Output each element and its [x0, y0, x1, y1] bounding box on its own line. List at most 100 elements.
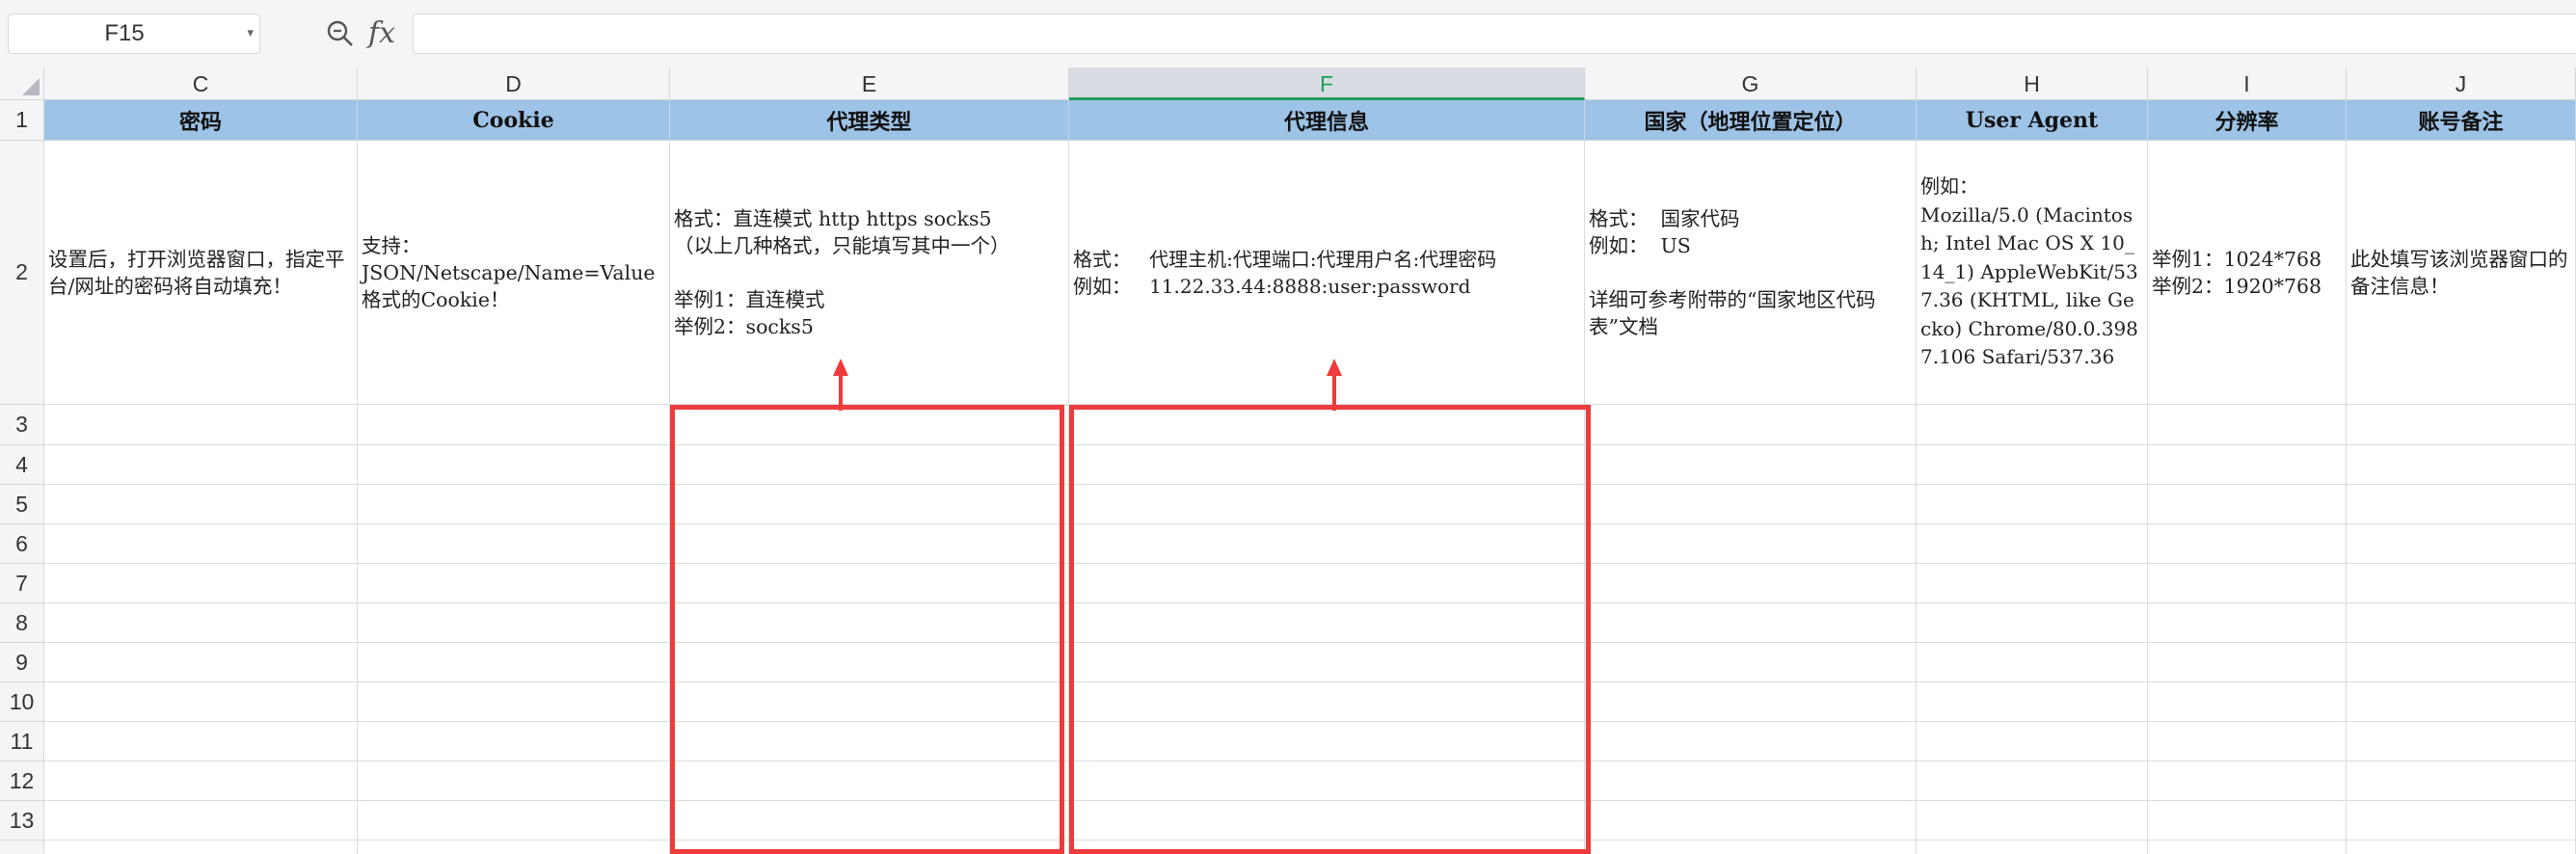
empty-cell[interactable]	[1585, 603, 1917, 643]
empty-cell[interactable]	[2347, 564, 2576, 603]
row-header-7[interactable]: 7	[0, 564, 44, 603]
empty-cell[interactable]	[1069, 682, 1585, 722]
zoom-search-icon[interactable]	[326, 19, 355, 48]
empty-cell[interactable]	[2347, 405, 2576, 445]
empty-cell[interactable]	[2347, 841, 2576, 854]
column-header-i[interactable]: I	[2148, 67, 2347, 100]
row-header-2[interactable]: 2	[0, 141, 44, 405]
empty-cell[interactable]	[1917, 524, 2148, 564]
empty-cell[interactable]	[44, 643, 358, 682]
desc-cell-resolution[interactable]: 举例1：1024*768 举例2：1920*768	[2148, 141, 2347, 405]
empty-cell[interactable]	[2347, 603, 2576, 643]
empty-cell[interactable]	[1069, 643, 1585, 682]
empty-cell[interactable]	[1917, 801, 2148, 841]
header-cell-cookie[interactable]: Cookie	[358, 100, 670, 141]
empty-cell[interactable]	[2148, 485, 2347, 524]
empty-cell[interactable]	[1917, 564, 2148, 603]
empty-cell[interactable]	[670, 524, 1069, 564]
desc-cell-country[interactable]: 格式： 国家代码 例如： US 详细可参考附带的“国家地区代码表”文档	[1585, 141, 1917, 405]
empty-cell[interactable]	[358, 564, 670, 603]
empty-cell[interactable]	[1069, 603, 1585, 643]
empty-cell[interactable]	[2148, 801, 2347, 841]
empty-cell[interactable]	[358, 761, 670, 801]
header-cell-resolution[interactable]: 分辨率	[2148, 100, 2347, 141]
column-header-h[interactable]: H	[1917, 67, 2148, 100]
empty-cell[interactable]	[1917, 445, 2148, 485]
empty-cell[interactable]	[358, 485, 670, 524]
empty-cell[interactable]	[358, 445, 670, 485]
empty-cell[interactable]	[1585, 841, 1917, 854]
empty-cell[interactable]	[1585, 405, 1917, 445]
empty-cell[interactable]	[1917, 603, 2148, 643]
empty-cell[interactable]	[1585, 682, 1917, 722]
empty-cell[interactable]	[1069, 801, 1585, 841]
empty-cell[interactable]	[358, 801, 670, 841]
desc-cell-proxy-type[interactable]: 格式：直连模式 http https socks5 （以上几种格式，只能填写其中…	[670, 141, 1069, 405]
column-header-e[interactable]: E	[670, 67, 1069, 100]
select-all-corner[interactable]	[0, 67, 44, 100]
empty-cell[interactable]	[1069, 524, 1585, 564]
empty-cell[interactable]	[1917, 405, 2148, 445]
empty-cell[interactable]	[44, 564, 358, 603]
empty-cell[interactable]	[670, 485, 1069, 524]
empty-cell[interactable]	[2148, 524, 2347, 564]
empty-cell[interactable]	[1585, 643, 1917, 682]
empty-cell[interactable]	[1069, 445, 1585, 485]
formula-input[interactable]	[413, 13, 2576, 54]
empty-cell[interactable]	[358, 524, 670, 564]
empty-cell[interactable]	[44, 801, 358, 841]
empty-cell[interactable]	[358, 841, 670, 854]
desc-cell-cookie[interactable]: 支持： JSON/Netscape/Name=Value格式的Cookie！	[358, 141, 670, 405]
empty-cell[interactable]	[670, 405, 1069, 445]
empty-cell[interactable]	[2148, 841, 2347, 854]
row-header-1[interactable]: 1	[0, 100, 44, 141]
row-header-12[interactable]: 12	[0, 761, 44, 801]
empty-cell[interactable]	[670, 682, 1069, 722]
empty-cell[interactable]	[670, 445, 1069, 485]
row-header-10[interactable]: 10	[0, 682, 44, 722]
empty-cell[interactable]	[358, 405, 670, 445]
empty-cell[interactable]	[1069, 485, 1585, 524]
empty-cell[interactable]	[670, 643, 1069, 682]
empty-cell[interactable]	[1585, 801, 1917, 841]
empty-cell[interactable]	[670, 564, 1069, 603]
empty-cell[interactable]	[2347, 445, 2576, 485]
row-header-5[interactable]: 5	[0, 485, 44, 524]
empty-cell[interactable]	[2347, 801, 2576, 841]
empty-cell[interactable]	[1069, 761, 1585, 801]
header-cell-user-agent[interactable]: User Agent	[1917, 100, 2148, 141]
empty-cell[interactable]	[1585, 524, 1917, 564]
empty-cell[interactable]	[44, 682, 358, 722]
empty-cell[interactable]	[44, 445, 358, 485]
empty-cell[interactable]	[2347, 761, 2576, 801]
header-cell-country[interactable]: 国家（地理位置定位）	[1585, 100, 1917, 141]
empty-cell[interactable]	[670, 841, 1069, 854]
empty-cell[interactable]	[670, 761, 1069, 801]
empty-cell[interactable]	[2347, 682, 2576, 722]
column-header-d[interactable]: D	[358, 67, 670, 100]
empty-cell[interactable]	[44, 405, 358, 445]
empty-cell[interactable]	[2148, 643, 2347, 682]
empty-cell[interactable]	[358, 643, 670, 682]
empty-cell[interactable]	[1917, 643, 2148, 682]
row-header-8[interactable]: 8	[0, 603, 44, 643]
empty-cell[interactable]	[2347, 485, 2576, 524]
row-header-4[interactable]: 4	[0, 445, 44, 485]
row-header-3[interactable]: 3	[0, 405, 44, 445]
row-header-13[interactable]: 13	[0, 801, 44, 841]
empty-cell[interactable]	[1585, 761, 1917, 801]
header-cell-proxy-type[interactable]: 代理类型	[670, 100, 1069, 141]
column-header-g[interactable]: G	[1585, 67, 1917, 100]
empty-cell[interactable]	[1917, 841, 2148, 854]
empty-cell[interactable]	[44, 485, 358, 524]
empty-cell[interactable]	[44, 524, 358, 564]
empty-cell[interactable]	[2148, 603, 2347, 643]
empty-cell[interactable]	[1917, 485, 2148, 524]
empty-cell[interactable]	[2347, 722, 2576, 761]
column-header-j[interactable]: J	[2347, 67, 2576, 100]
empty-cell[interactable]	[2347, 524, 2576, 564]
column-header-c[interactable]: C	[44, 67, 358, 100]
name-box-dropdown-icon[interactable]: ▾	[247, 14, 254, 53]
desc-cell-password[interactable]: 设置后，打开浏览器窗口，指定平台/网址的密码将自动填充！	[44, 141, 358, 405]
desc-cell-user-agent[interactable]: 例如： Mozilla/5.0 (Macintosh; Intel Mac OS…	[1917, 141, 2148, 405]
